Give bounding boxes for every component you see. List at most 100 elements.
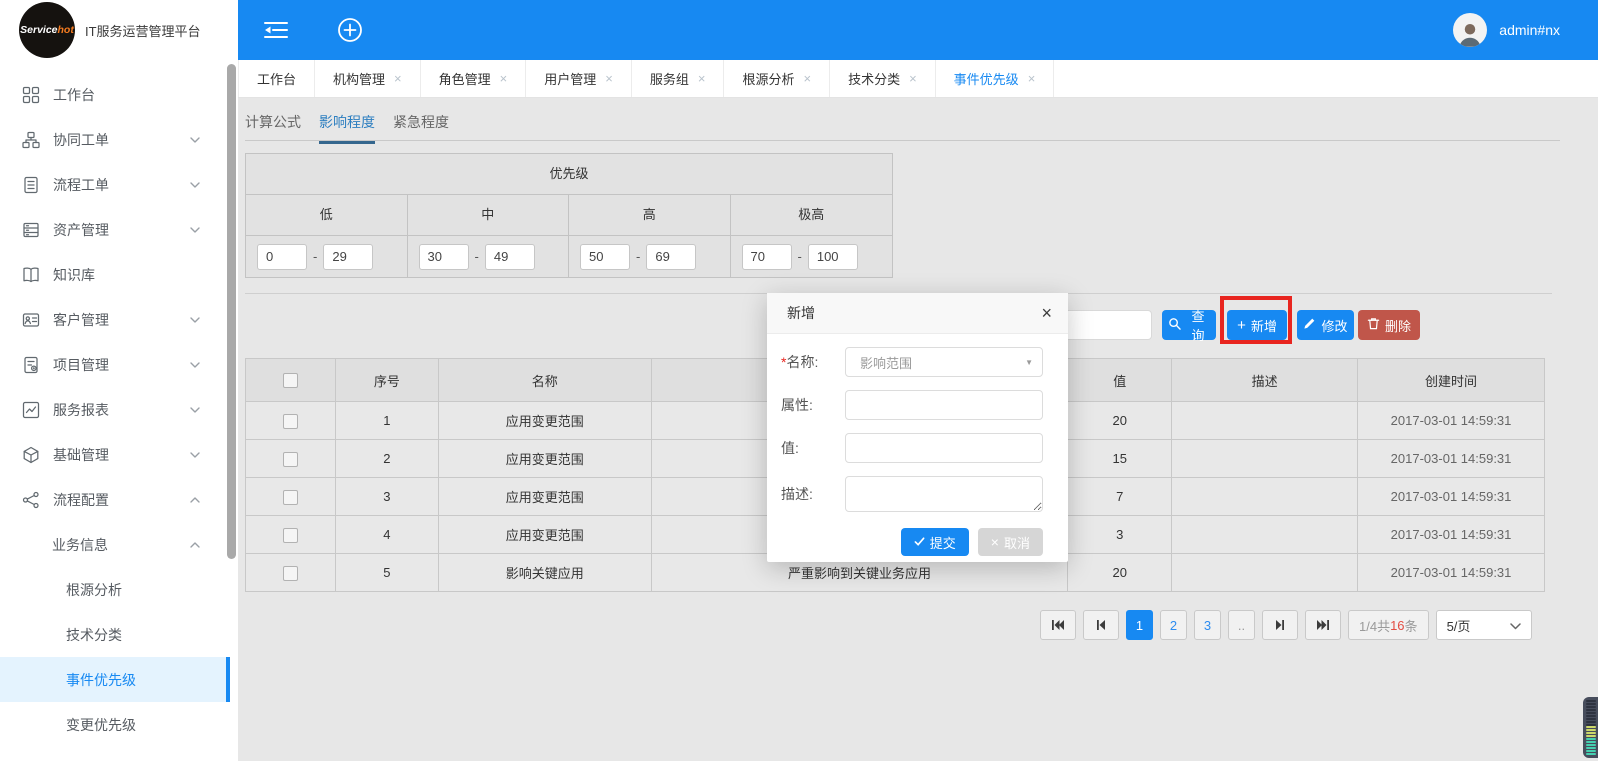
tab-role-management[interactable]: 角色管理 × [421,60,527,97]
cell-name: 影响关键应用 [437,553,652,592]
add-circle-icon[interactable] [336,16,364,44]
sidebar-scrollbar[interactable] [227,64,236,559]
grid-icon [22,86,40,104]
priority-critical-min-input[interactable] [741,243,792,270]
add-button[interactable]: + 新增 [1227,310,1287,340]
user-menu[interactable]: admin#nx [1453,13,1560,47]
cell-name: 应用变更范围 [437,477,652,516]
close-tab-icon[interactable]: × [1028,71,1036,86]
brand-logo: Service hot [19,2,75,58]
sidebar-item-business-info[interactable]: 业务信息 [0,522,230,567]
attr-input[interactable] [845,390,1043,420]
sidebar-item-label: 技术分类 [66,626,122,643]
chevron-down-icon [190,181,200,188]
priority-high-min-input[interactable] [580,243,630,270]
range-dash: - [636,249,641,264]
first-page-button[interactable] [1040,610,1076,640]
document-lines-icon [22,176,40,194]
dialog-header: 新增 × [767,293,1068,334]
sidebar-item-root-cause[interactable]: 根源分析 [0,567,230,612]
cell-desc [1171,553,1359,592]
close-tab-icon[interactable]: × [803,71,811,86]
submit-button-label: 提交 [929,535,956,551]
sidebar-item-process-config[interactable]: 流程配置 [0,477,230,522]
tab-tech-category[interactable]: 技术分类 × [830,60,936,97]
sidebar-item-workbench[interactable]: 工作台 [0,72,230,117]
page-button-3[interactable]: 3 [1194,610,1221,640]
sidebar-nav: 工作台 协同工单 流程工单 资产管理 知识库 客户管理 项目管理 服务报表 基础… [0,72,238,747]
page-size-value: 5/页 [1446,618,1471,634]
sidebar-item-tech-category[interactable]: 技术分类 [0,612,230,657]
row-checkbox[interactable] [282,489,298,505]
sidebar-item-knowledge-base[interactable]: 知识库 [0,252,230,297]
delete-button[interactable]: 删除 [1358,310,1420,340]
priority-low-min-input[interactable] [257,243,307,270]
sidebar-item-label: 流程配置 [53,491,109,508]
value-input[interactable] [845,433,1043,463]
brand: Service hot IT服务运营管理平台 [0,0,238,60]
cell-value: 20 [1067,553,1173,592]
close-icon[interactable]: × [1041,304,1052,322]
col-header-name: 名称 [437,358,652,402]
chart-icon [22,401,40,419]
page-size-select[interactable]: 5/页 [1435,610,1532,640]
sidebar-item-process-orders[interactable]: 流程工单 [0,162,230,207]
menu-fold-icon[interactable] [264,21,288,39]
close-tab-icon[interactable]: × [698,71,706,86]
query-button[interactable]: 查询 [1162,309,1216,343]
trash-icon [1367,317,1380,333]
sidebar-item-label: 客户管理 [53,311,109,328]
priority-critical-max-input[interactable] [807,243,858,270]
sidebar-item-change-priority[interactable]: 变更优先级 [0,702,230,747]
row-checkbox[interactable] [282,565,298,581]
plus-icon: + [1237,316,1246,334]
close-tab-icon[interactable]: × [394,71,402,86]
sidebar-item-incident-priority[interactable]: 事件优先级 [0,657,230,702]
cell-desc [1171,515,1359,554]
last-page-button[interactable] [1305,610,1341,640]
desc-textarea[interactable] [845,476,1043,512]
sidebar-item-service-reports[interactable]: 服务报表 [0,387,230,432]
priority-medium-min-input[interactable] [418,243,469,270]
prev-page-button[interactable] [1083,610,1119,640]
close-tab-icon[interactable]: × [909,71,917,86]
book-icon [22,266,40,284]
submit-button[interactable]: 提交 [900,528,969,556]
sidebar-item-label: 知识库 [53,266,95,283]
sidebar-item-projects[interactable]: 项目管理 [0,342,230,387]
row-checkbox[interactable] [282,451,298,467]
tab-service-group[interactable]: 服务组 × [632,60,725,97]
cell-name: 应用变更范围 [437,515,652,554]
priority-medium-max-input[interactable] [484,243,535,270]
priority-level-label: 高 [569,195,730,236]
close-tab-icon[interactable]: × [605,71,613,86]
sidebar-item-customers[interactable]: 客户管理 [0,297,230,342]
sidebar-item-base-management[interactable]: 基础管理 [0,432,230,477]
cell-created: 2017-03-01 14:59:31 [1357,515,1545,554]
sidebar-item-label: 项目管理 [53,356,109,373]
name-select[interactable]: 影响范围 ▼ [845,347,1043,377]
edit-button[interactable]: 修改 [1297,310,1354,340]
sidebar-item-collab-orders[interactable]: 协同工单 [0,117,230,162]
sidebar-item-assets[interactable]: 资产管理 [0,207,230,252]
cancel-button[interactable]: × 取消 [977,528,1043,556]
cell-created: 2017-03-01 14:59:31 [1357,401,1545,440]
next-page-button[interactable] [1262,610,1298,640]
tab-user-management[interactable]: 用户管理 × [526,60,632,97]
add-dialog: 新增 × *名称: 影响范围 ▼ 属性: 值: 描述: 提交 × 取消 [767,293,1068,562]
name-select-value: 影响范围 [860,355,913,371]
tab-incident-priority[interactable]: 事件优先级 × [936,60,1055,97]
tab-org-management[interactable]: 机构管理 × [315,60,421,97]
page-button-2[interactable]: 2 [1160,610,1187,640]
page-button-1[interactable]: 1 [1126,610,1153,640]
row-checkbox[interactable] [282,527,298,543]
priority-high-max-input[interactable] [646,243,697,270]
priority-low-max-input[interactable] [323,243,374,270]
dialog-footer: 提交 × 取消 [767,525,1068,556]
tab-root-cause[interactable]: 根源分析 × [724,60,831,97]
counter-prefix: 1/4共 [1359,618,1391,634]
select-all-checkbox[interactable] [282,373,298,389]
row-checkbox[interactable] [282,413,298,429]
close-tab-icon[interactable]: × [500,71,508,86]
tab-workbench[interactable]: 工作台 [238,60,316,97]
